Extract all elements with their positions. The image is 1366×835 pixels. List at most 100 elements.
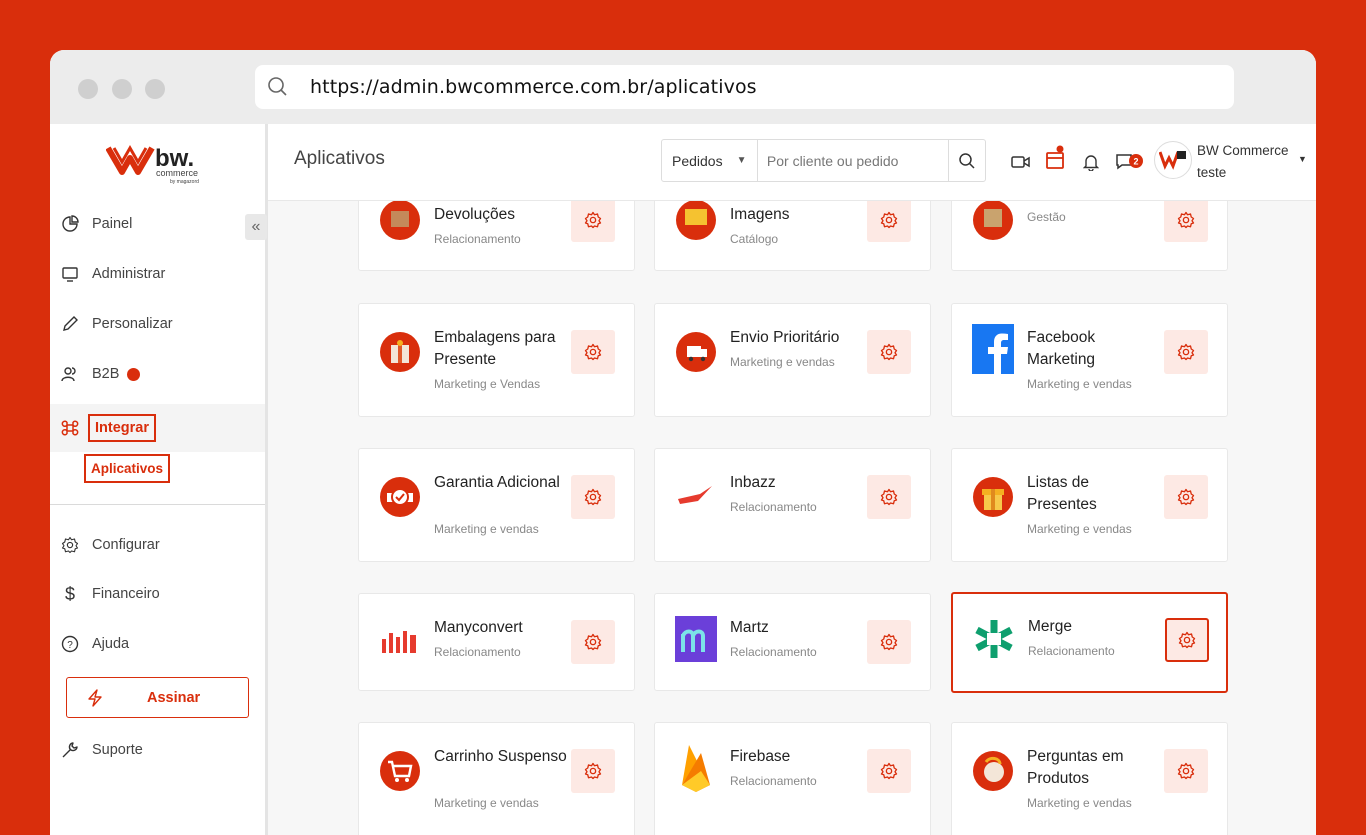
url-bar[interactable]: https://admin.bwcommerce.com.br/aplicati… xyxy=(255,65,1234,109)
app-name: Embalagens para Presente xyxy=(434,329,556,368)
app-name: Carrinho Suspenso xyxy=(434,748,567,765)
app-settings-button[interactable] xyxy=(867,201,911,242)
sidebar-item-label: Integrar xyxy=(88,414,156,442)
app-name: Manyconvert xyxy=(434,619,523,636)
app-card-facebook-marketing[interactable]: Facebook Marketing Marketing e vendas xyxy=(951,303,1228,417)
app-card-firebase[interactable]: Firebase Relacionamento xyxy=(654,722,931,835)
chat-icon[interactable]: 2 xyxy=(1115,151,1145,173)
app-name: Listas de Presentes xyxy=(1027,474,1097,513)
app-settings-button[interactable] xyxy=(867,749,911,793)
app-settings-button[interactable] xyxy=(1164,330,1208,374)
assinar-button[interactable]: Assinar xyxy=(66,677,249,718)
help-icon: ? xyxy=(60,634,80,654)
app-card-garantia-adicional[interactable]: Garantia Adicional Marketing e vendas xyxy=(358,448,635,562)
returns-box-icon xyxy=(378,201,422,242)
app-settings-button[interactable] xyxy=(1164,749,1208,793)
app-settings-button[interactable] xyxy=(867,620,911,664)
sidebar-item-integrar[interactable]: Integrar xyxy=(50,404,265,452)
sidebar-item-configurar[interactable]: Configurar xyxy=(50,525,265,565)
app-settings-button[interactable] xyxy=(571,201,615,242)
app-category: Marketing e vendas xyxy=(730,355,835,369)
sidebar-item-suporte[interactable]: Suporte xyxy=(50,730,265,770)
app-settings-button[interactable] xyxy=(571,749,615,793)
gear-icon xyxy=(1177,762,1195,780)
app-card-imagens[interactable]: Imagens Catálogo xyxy=(654,201,931,271)
sidebar-item-ajuda[interactable]: ? Ajuda xyxy=(50,624,265,664)
video-icon[interactable] xyxy=(1010,151,1032,173)
gear-icon xyxy=(1177,211,1195,229)
app-category: Relacionamento xyxy=(1028,644,1115,658)
browser-chrome: https://admin.bwcommerce.com.br/aplicati… xyxy=(50,50,1316,124)
sidebar-item-label: Suporte xyxy=(92,742,143,758)
svg-text:2: 2 xyxy=(1133,157,1138,167)
app-category: Relacionamento xyxy=(730,645,817,659)
search-input[interactable] xyxy=(757,140,948,181)
gift-notification-icon[interactable] xyxy=(1044,145,1066,169)
sidebar-item-financeiro[interactable]: $ Financeiro xyxy=(50,574,265,614)
app-card-gestao[interactable]: Gestão xyxy=(951,201,1228,271)
bw-commerce-logo[interactable]: bw. commerce by magazord xyxy=(106,138,216,186)
app-name: Imagens xyxy=(730,206,790,223)
app-name: Merge xyxy=(1028,618,1072,635)
search-icon xyxy=(959,152,975,169)
app-card-envio-prioritario[interactable]: Envio Prioritário Marketing e vendas xyxy=(654,303,931,417)
inbazz-logo-icon xyxy=(674,475,718,519)
window-dot-maximize[interactable] xyxy=(145,79,165,99)
app-card-manyconvert[interactable]: Manyconvert Relacionamento xyxy=(358,593,635,691)
bell-icon[interactable] xyxy=(1080,151,1102,173)
app-card-listas-de-presentes[interactable]: Listas de Presentes Marketing e vendas xyxy=(951,448,1228,562)
app-settings-button[interactable] xyxy=(571,620,615,664)
sidebar-item-label: Configurar xyxy=(92,537,160,553)
sidebar: bw. commerce by magazord « Painel Admini… xyxy=(50,124,268,835)
app-category: Gestão xyxy=(1027,210,1066,224)
svg-text:by magazord: by magazord xyxy=(170,179,199,185)
shipping-box-icon xyxy=(971,201,1015,242)
app-card-carrinho-suspenso[interactable]: Carrinho Suspenso Marketing e vendas xyxy=(358,722,635,835)
gift-list-icon xyxy=(971,475,1015,519)
gear-icon xyxy=(880,211,898,229)
gear-icon xyxy=(880,633,898,651)
top-bar: Aplicativos Pedidos ▼ 2 BW Commerce test… xyxy=(268,124,1316,201)
sidebar-item-label: B2B xyxy=(92,366,120,382)
app-settings-button[interactable] xyxy=(1165,618,1209,662)
app-category: Marketing e Vendas xyxy=(434,377,541,391)
app-card-perguntas-em-produtos[interactable]: Perguntas em Produtos Marketing e vendas xyxy=(951,722,1228,835)
app-settings-button[interactable] xyxy=(867,475,911,519)
chevron-down-icon[interactable]: ▼ xyxy=(1298,154,1307,164)
app-card-embalagens[interactable]: Embalagens para Presente Marketing e Ven… xyxy=(358,303,635,417)
lightning-badge-icon xyxy=(127,367,141,381)
app-name: Facebook Marketing xyxy=(1027,329,1096,368)
search-bar: Pedidos ▼ xyxy=(661,139,986,182)
sidebar-item-painel[interactable]: Painel xyxy=(50,204,265,244)
app-card-merge[interactable]: Merge Relacionamento xyxy=(951,592,1228,693)
gear-icon xyxy=(880,343,898,361)
app-settings-button[interactable] xyxy=(867,330,911,374)
app-name: Firebase xyxy=(730,748,791,765)
app-name: Garantia Adicional xyxy=(434,474,560,491)
window-dot-minimize[interactable] xyxy=(112,79,132,99)
search-icon xyxy=(268,77,287,96)
sidebar-item-personalizar[interactable]: Personalizar xyxy=(50,304,265,344)
search-button[interactable] xyxy=(947,140,985,181)
app-settings-button[interactable] xyxy=(1164,475,1208,519)
app-card-devolucoes[interactable]: Devoluções Relacionamento xyxy=(358,201,635,271)
app-card-martz[interactable]: Martz Relacionamento xyxy=(654,593,931,691)
app-category: Catálogo xyxy=(730,232,779,246)
users-icon xyxy=(60,364,80,384)
app-category: Marketing e vendas xyxy=(1027,377,1132,391)
user-info[interactable]: BW Commerce teste xyxy=(1197,140,1289,184)
app-card-inbazz[interactable]: Inbazz Relacionamento xyxy=(654,448,931,562)
app-category: Marketing e vendas xyxy=(434,796,539,810)
app-settings-button[interactable] xyxy=(571,330,615,374)
avatar[interactable] xyxy=(1154,141,1192,179)
search-type-select[interactable]: Pedidos ▼ xyxy=(662,140,758,181)
merge-logo-icon xyxy=(972,617,1016,661)
sidebar-item-b2b[interactable]: B2B xyxy=(50,354,265,394)
search-type-value: Pedidos xyxy=(672,152,723,169)
app-settings-button[interactable] xyxy=(1164,201,1208,242)
sidebar-subitem-aplicativos[interactable]: Aplicativos xyxy=(84,454,171,483)
window-dot-close[interactable] xyxy=(78,79,98,99)
facebook-icon xyxy=(971,324,1015,374)
sidebar-item-administrar[interactable]: Administrar xyxy=(50,254,265,294)
app-settings-button[interactable] xyxy=(571,475,615,519)
